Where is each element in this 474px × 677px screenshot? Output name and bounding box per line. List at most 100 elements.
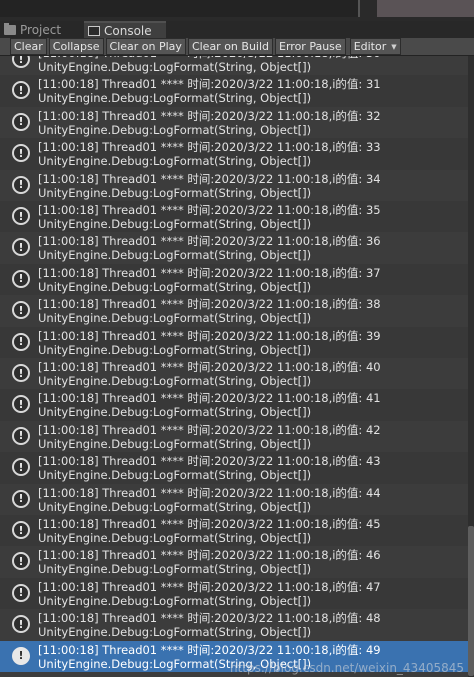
error-pause-toggle[interactable]: Error Pause [275, 38, 346, 55]
log-entry[interactable]: ! [11:00:18] Thread01 **** 时间:2020/3/22 1… [0, 421, 468, 452]
log-message: [11:00:18] Thread01 **** 时间:2020/3/22 11… [38, 77, 381, 92]
info-message-icon: ! [12, 552, 30, 571]
info-message-icon: ! [12, 269, 30, 288]
log-stack-trace: UnityEngine.Debug:LogFormat(String, Obje… [38, 154, 312, 169]
tab-console-label: Console [104, 23, 152, 38]
info-message-icon: ! [12, 175, 30, 194]
log-message: [11:00:18] Thread01 **** 时间:2020/3/22 11… [38, 360, 381, 374]
info-message-icon: ! [12, 144, 30, 163]
log-message: [11:00:18] Thread01 **** 时间:2020/3/22 11… [38, 517, 381, 531]
log-message: [11:00:18] Thread01 **** 时间:2020/3/22 11… [38, 548, 381, 563]
log-entry[interactable]: ! [11:00:18] Thread01 **** 时间:2020/3/22 1… [0, 358, 468, 389]
tab-console[interactable]: Console [84, 21, 166, 38]
log-message: [11:00:18] Thread01 **** 时间:2020/3/22 11… [38, 140, 381, 155]
collapse-toggle[interactable]: Collapse [48, 38, 104, 55]
log-stack-trace: UnityEngine.Debug:LogFormat(String, Obje… [38, 248, 312, 263]
log-stack-trace: UnityEngine.Debug:LogFormat(String, Obje… [38, 122, 312, 137]
top-panel-preview [377, 0, 474, 17]
chevron-down-icon: ▼ [391, 42, 397, 51]
log-message: [11:00:18] Thread01 **** 时间:2020/3/22 11… [38, 265, 381, 280]
info-message-icon: ! [12, 301, 30, 320]
window-top-strip [0, 0, 474, 21]
info-message-icon: ! [12, 489, 30, 508]
log-message: [11:00:18] Thread01 **** 时间:2020/3/22 11… [38, 203, 381, 217]
log-message: [11:00:18] Thread01 **** 时间:2020/3/22 11… [38, 328, 381, 343]
log-entry[interactable]: ! [11:00:18] Thread01 **** 时间:2020/3/22 1… [0, 515, 468, 547]
log-stack-trace: UnityEngine.Debug:LogFormat(String, Obje… [38, 342, 312, 357]
info-message-icon: ! [12, 395, 30, 414]
log-entry[interactable]: ! [11:00:18] Thread01 **** 时间:2020/3/22 1… [0, 232, 468, 263]
info-message-icon: ! [12, 521, 30, 539]
log-stack-trace: UnityEngine.Debug:LogFormat(String, Obje… [38, 311, 312, 326]
log-entry[interactable]: ! [11:00:18] Thread01 **** 时间:2020/3/22 1… [0, 389, 468, 421]
log-entry[interactable]: ![11:00:18] Thread01 **** 时间:2020/3/22 1… [0, 56, 468, 75]
tab-bar: Project Console [0, 21, 474, 38]
log-message: [11:00:18] Thread01 **** 时间:2020/3/22 11… [38, 234, 381, 249]
info-message-icon: ! [12, 56, 30, 68]
info-message-icon: ! [12, 426, 30, 445]
log-message: [11:00:18] Thread01 **** 时间:2020/3/22 11… [38, 391, 381, 406]
log-stack-trace: UnityEngine.Debug:LogFormat(String, Obje… [38, 405, 312, 420]
clear-on-build-toggle[interactable]: Clear on Build [187, 38, 274, 55]
info-message-icon: ! [12, 332, 30, 351]
log-stack-trace: UnityEngine.Debug:LogFormat(String, Obje… [38, 436, 312, 451]
log-stack-trace: UnityEngine.Debug:LogFormat(String, Obje… [38, 60, 312, 74]
log-message: [11:00:18] Thread01 **** 时间:2020/3/22 11… [38, 171, 381, 186]
info-message-icon: ! [12, 458, 30, 477]
editor-dropdown-label: Editor [353, 40, 387, 53]
log-stack-trace: UnityEngine.Debug:LogFormat(String, Obje… [38, 468, 312, 483]
top-panel-block [0, 0, 360, 17]
log-entry[interactable]: ! [11:00:18] Thread01 **** 时间:2020/3/22 1… [0, 107, 468, 138]
log-entry[interactable]: ! [11:00:18] Thread01 **** 时间:2020/3/22 1… [0, 201, 468, 233]
log-message: [11:00:18] Thread01 **** 时间:2020/3/22 11… [38, 422, 381, 437]
log-entry[interactable]: ! [11:00:18] Thread01 **** 时间:2020/3/22 1… [0, 326, 468, 358]
console-log-list[interactable]: ! [11:00:18] Thread01 **** 时间:2020/3/22 1… [0, 56, 474, 677]
info-message-icon: ! [12, 238, 30, 257]
info-message-icon: ! [12, 81, 30, 100]
log-stack-trace: UnityEngine.Debug:LogFormat(String, Obje… [38, 499, 312, 514]
info-message-icon: ! [12, 646, 30, 665]
log-entry[interactable]: ! [11:00:18] Thread01 **** 时间:2020/3/22 1… [0, 577, 468, 610]
scrollbar-thumb[interactable] [468, 526, 474, 676]
log-message: [11:00:18] Thread01 **** 时间:2020/3/22 11… [38, 454, 381, 469]
log-stack-trace: UnityEngine.Debug:LogFormat(String, Obje… [38, 593, 312, 608]
watermark: https://blog.csdn.net/weixin_43405845 [229, 661, 464, 675]
log-message: [11:00:18] Thread01 **** 时间:2020/3/22 11… [38, 297, 381, 312]
info-message-icon: ! [12, 207, 30, 225]
log-entry[interactable]: ! [11:00:18] Thread01 **** 时间:2020/3/22 1… [0, 170, 468, 201]
log-entry[interactable]: ! [11:00:18] Thread01 **** 时间:2020/3/22 1… [0, 263, 468, 296]
log-stack-trace: UnityEngine.Debug:LogFormat(String, Obje… [38, 374, 312, 388]
console-toolbar: Clear Collapse Clear on Play Clear on Bu… [0, 38, 474, 56]
info-message-icon: ! [12, 615, 30, 634]
info-message-icon: ! [12, 583, 30, 602]
log-message: [11:00:18] Thread01 **** 时间:2020/3/22 11… [38, 108, 381, 123]
log-entry[interactable]: ! [11:00:18] Thread01 **** 时间:2020/3/22 1… [0, 484, 468, 515]
log-stack-trace: UnityEngine.Debug:LogFormat(String, Obje… [38, 562, 312, 577]
console-icon [88, 25, 100, 36]
log-entry[interactable]: ! [11:00:18] Thread01 **** 时间:2020/3/22 1… [0, 295, 468, 326]
log-message: [11:00:18] Thread01 **** 时间:2020/3/22 11… [38, 642, 381, 657]
log-entry[interactable]: ! [11:00:18] Thread01 **** 时间:2020/3/22 1… [0, 75, 468, 107]
log-stack-trace: UnityEngine.Debug:LogFormat(String, Obje… [38, 625, 312, 640]
log-message: [11:00:18] Thread01 **** 时间:2020/3/22 11… [38, 611, 381, 626]
clear-button[interactable]: Clear [10, 38, 47, 55]
log-stack-trace: UnityEngine.Debug:LogFormat(String, Obje… [38, 185, 312, 200]
tab-project[interactable]: Project [0, 21, 80, 38]
info-message-icon: ! [12, 112, 30, 131]
log-entry[interactable]: ! [11:00:18] Thread01 **** 时间:2020/3/22 1… [0, 138, 468, 170]
log-stack-trace: UnityEngine.Debug:LogFormat(String, Obje… [38, 531, 312, 545]
log-message: [11:00:18] Thread01 **** 时间:2020/3/22 11… [38, 485, 381, 500]
log-stack-trace: UnityEngine.Debug:LogFormat(String, Obje… [38, 217, 312, 231]
tab-project-label: Project [20, 22, 62, 37]
log-entry[interactable]: ! [11:00:18] Thread01 **** 时间:2020/3/22 1… [0, 546, 468, 577]
log-stack-trace: UnityEngine.Debug:LogFormat(String, Obje… [38, 91, 312, 106]
log-entry[interactable]: ! [11:00:18] Thread01 **** 时间:2020/3/22 1… [0, 452, 468, 484]
clear-on-play-toggle[interactable]: Clear on Play [105, 38, 186, 55]
log-message: [11:00:18] Thread01 **** 时间:2020/3/22 11… [38, 579, 381, 594]
folder-icon [4, 22, 16, 35]
log-scrollbar[interactable] [468, 56, 474, 677]
editor-dropdown[interactable]: Editor ▼ [349, 38, 401, 55]
info-message-icon: ! [12, 364, 30, 382]
log-stack-trace: UnityEngine.Debug:LogFormat(String, Obje… [38, 279, 312, 294]
log-entry[interactable]: ! [11:00:18] Thread01 **** 时间:2020/3/22 1… [0, 609, 468, 640]
